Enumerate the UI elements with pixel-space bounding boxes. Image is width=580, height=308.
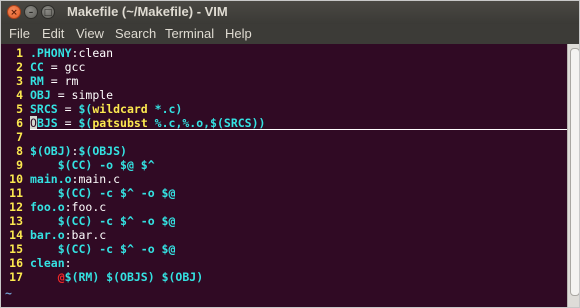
- vertical-scrollbar[interactable]: [567, 44, 579, 307]
- code-token: $(CC) -c $^ -o $@: [57, 242, 176, 256]
- code-line-15[interactable]: 15 $(CC) -c $^ -o $@: [1, 242, 175, 256]
- code-token: $(: [78, 116, 93, 130]
- code-line-12[interactable]: 12 foo.o:foo.c: [1, 200, 106, 214]
- maximize-icon[interactable]: □: [41, 5, 55, 19]
- line-number: 6: [16, 116, 23, 130]
- code-token: :: [64, 256, 72, 270]
- code-token: = gcc: [43, 60, 86, 74]
- code-line-2[interactable]: 2 CC = gcc: [1, 60, 85, 74]
- code-line-11[interactable]: 11 $(CC) -c $^ -o $@: [1, 186, 175, 200]
- code-token: = simple: [50, 88, 114, 102]
- code-token: $(CC) -o $@ $^: [57, 158, 155, 172]
- code-token: clean: [30, 256, 65, 270]
- code-token: =: [57, 116, 79, 130]
- line-number: 12: [9, 200, 23, 214]
- cursorline-underline: [30, 129, 567, 130]
- empty-line-tilde: ~: [5, 286, 12, 300]
- menu-file[interactable]: File: [9, 26, 30, 41]
- code-line-16[interactable]: 16 clean:: [1, 256, 72, 270]
- line-number: 3: [16, 74, 23, 88]
- minimize-icon[interactable]: –: [24, 5, 38, 19]
- line-number: 11: [9, 186, 23, 200]
- code-token: $(: [78, 102, 93, 116]
- code-token: BJS: [36, 116, 58, 130]
- code-token: $(CC) -c $^ -o $@: [57, 214, 176, 228]
- code-token: .PHONY: [30, 46, 72, 60]
- line-number: 1: [16, 46, 23, 60]
- line-number: 8: [16, 144, 23, 158]
- code-token: :clean: [71, 46, 114, 60]
- code-token: @: [57, 270, 65, 284]
- code-token: $(CC) -c $^ -o $@: [57, 186, 176, 200]
- code-token: :foo.c: [64, 200, 107, 214]
- menu-help[interactable]: Help: [225, 26, 252, 41]
- code-token: OBJ: [30, 88, 51, 102]
- line-number: 17: [9, 270, 23, 284]
- line-number: 4: [16, 88, 23, 102]
- code-line-9[interactable]: 9 $(CC) -o $@ $^: [1, 158, 155, 172]
- code-line-17[interactable]: 17 @$(RM) $(OBJS) $(OBJ): [1, 270, 203, 284]
- line-number: 7: [16, 130, 23, 144]
- menu-terminal[interactable]: Terminal: [165, 26, 214, 41]
- code-token: :main.c: [71, 172, 121, 186]
- line-number: 2: [16, 60, 23, 74]
- code-token: main.o: [30, 172, 72, 186]
- code-token: wildcard: [92, 102, 148, 116]
- menu-view[interactable]: View: [76, 26, 104, 41]
- menu-bar: File Edit View Search Terminal Help: [1, 24, 579, 44]
- code-line-13[interactable]: 13 $(CC) -c $^ -o $@: [1, 214, 175, 228]
- line-number: 14: [9, 228, 23, 242]
- menu-edit[interactable]: Edit: [42, 26, 64, 41]
- window-title: Makefile (~/Makefile) - VIM: [67, 4, 228, 19]
- title-bar[interactable]: × – □ Makefile (~/Makefile) - VIM: [1, 1, 579, 24]
- code-line-1[interactable]: 1 .PHONY:clean: [1, 46, 113, 60]
- code-token: :bar.c: [64, 228, 107, 242]
- code-token: SRCS: [30, 102, 58, 116]
- code-token: CC: [30, 60, 44, 74]
- code-token: = rm: [43, 74, 79, 88]
- code-token: RM: [30, 74, 44, 88]
- code-token: %.c,%.o,$(SRCS)): [147, 116, 266, 130]
- code-token: foo.o: [30, 200, 65, 214]
- close-icon[interactable]: ×: [7, 5, 21, 19]
- code-line-3[interactable]: 3 RM = rm: [1, 74, 78, 88]
- vim-window: × – □ Makefile (~/Makefile) - VIM File E…: [0, 0, 580, 308]
- line-number: 16: [9, 256, 23, 270]
- line-number: 5: [16, 102, 23, 116]
- code-line-10[interactable]: 10 main.o:main.c: [1, 172, 120, 186]
- text-cursor: O: [30, 116, 37, 130]
- code-line-6[interactable]: 6 OBJS = $(patsubst %.c,%.o,$(SRCS)): [1, 116, 265, 130]
- line-number: 15: [9, 242, 23, 256]
- code-token: patsubst: [92, 116, 148, 130]
- code-token: $(RM) $(OBJS) $(OBJ): [64, 270, 204, 284]
- code-token: $(OBJS): [78, 144, 127, 158]
- line-number: 13: [9, 214, 23, 228]
- code-line-4[interactable]: 4 OBJ = simple: [1, 88, 113, 102]
- line-number: 9: [16, 158, 23, 172]
- code-line-8[interactable]: 8 $(OBJ):$(OBJS): [1, 144, 127, 158]
- code-token: bar.o: [30, 228, 65, 242]
- code-token: =: [57, 102, 79, 116]
- code-line-14[interactable]: 14 bar.o:bar.c: [1, 228, 106, 242]
- code-line-7[interactable]: 7: [1, 130, 30, 144]
- menu-search[interactable]: Search: [115, 26, 156, 41]
- code-line-5[interactable]: 5 SRCS = $(wildcard *.c): [1, 102, 182, 116]
- scrollbar-thumb[interactable]: [570, 48, 579, 296]
- code-token: *.c): [147, 102, 183, 116]
- code-token: $(OBJ): [30, 144, 72, 158]
- editor-area[interactable]: 1 .PHONY:clean 2 CC = gcc 3 RM = rm 4 OBJ = sim…: [1, 44, 567, 307]
- line-number: 10: [9, 172, 23, 186]
